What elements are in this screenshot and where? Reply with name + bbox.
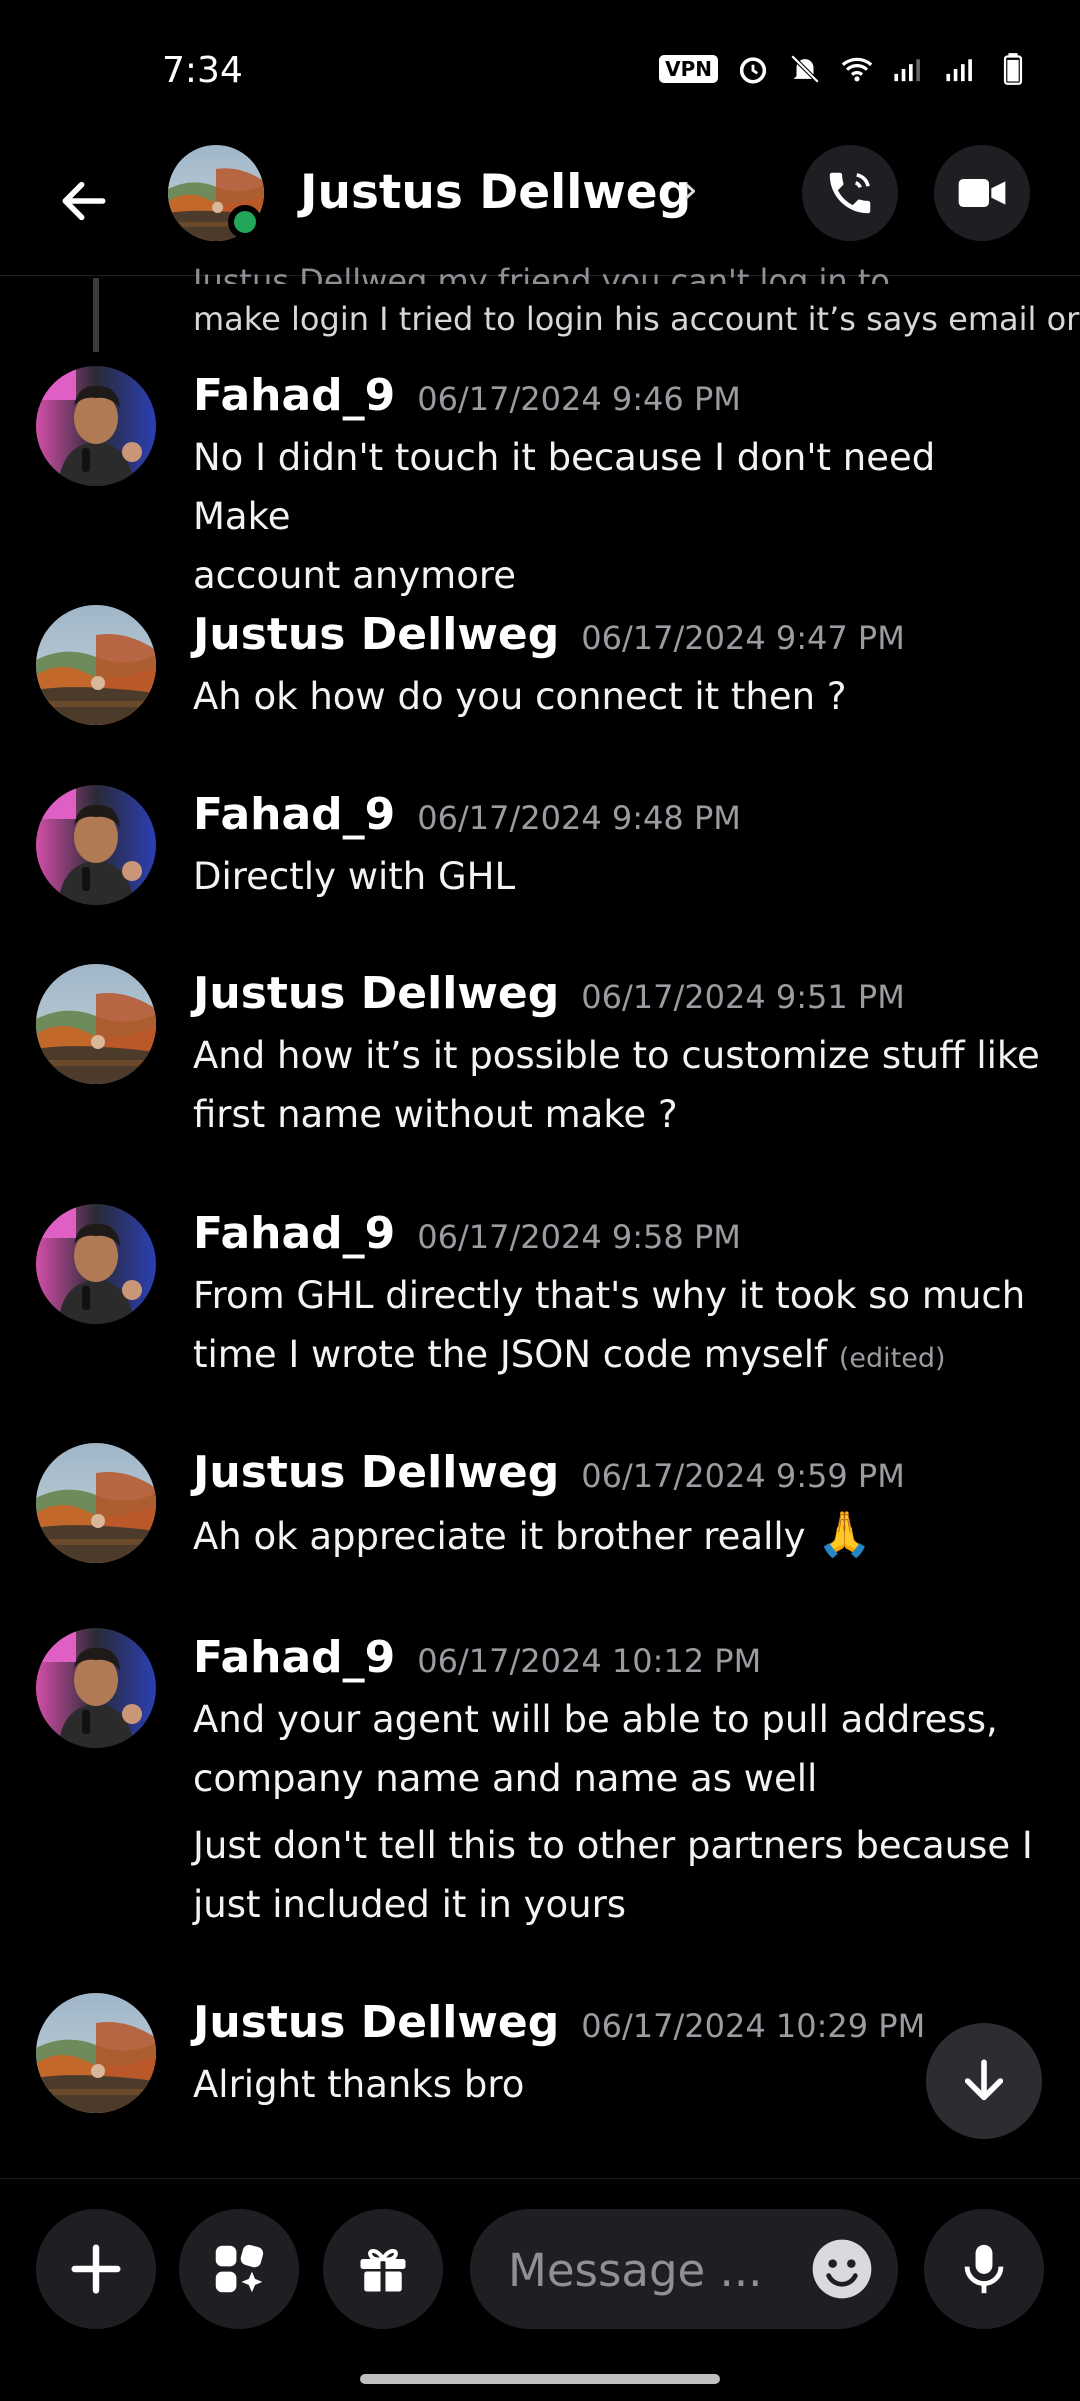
voice-call-button[interactable] — [802, 145, 898, 241]
message-text: Alright thanks bro — [193, 2055, 1043, 2114]
message-text: And your agent will be able to pull addr… — [193, 1690, 1043, 1934]
message-timestamp: 06/17/2024 9:46 PM — [417, 380, 741, 418]
battery-icon — [1003, 53, 1023, 85]
composer-bar — [0, 2178, 1080, 2401]
avatar[interactable] — [36, 785, 156, 905]
author-name[interactable]: Fahad_9 — [193, 1208, 395, 1259]
message-line: Just don't tell this to other partners b… — [193, 1824, 1033, 1867]
message-line-text: time I wrote the JSON code myself — [193, 1333, 828, 1376]
message-line: And your agent will be able to pull addr… — [193, 1698, 998, 1741]
contact-name[interactable]: Justus Dellweg — [300, 165, 691, 220]
avatar[interactable] — [36, 1628, 156, 1748]
folded-hands-emoji: 🙏 — [817, 1509, 873, 1560]
message-line: From GHL directly that's why it took so … — [193, 1274, 1026, 1317]
chevron-right-icon: › — [682, 167, 698, 213]
message-timestamp: 06/17/2024 9:48 PM — [417, 799, 741, 837]
reply-preview-cut: Justus Dellweg my friend you can't log i… — [193, 262, 890, 284]
edited-label: (edited) — [838, 1343, 946, 1374]
message-text: Directly with GHL — [193, 847, 1043, 906]
message-author[interactable]: Fahad_9 06/17/2024 9:48 PM — [193, 789, 741, 840]
message-timestamp: 06/17/2024 10:12 PM — [417, 1642, 762, 1680]
phone-icon — [829, 172, 871, 214]
message-input[interactable] — [506, 2209, 800, 2331]
arrow-left-icon — [62, 181, 106, 221]
message-line: Ah ok how do you connect it then ? — [193, 675, 847, 718]
message-line: Directly with GHL — [193, 855, 516, 898]
voice-message-button[interactable] — [924, 2209, 1044, 2329]
gift-icon — [360, 2249, 406, 2292]
message-author[interactable]: Fahad_9 06/17/2024 10:12 PM — [193, 1632, 761, 1683]
signal-r-icon — [894, 59, 920, 82]
message-line: account anymore — [193, 554, 517, 597]
message-author[interactable]: Justus Dellweg 06/17/2024 9:59 PM — [193, 1447, 905, 1498]
author-name[interactable]: Fahad_9 — [193, 370, 395, 421]
online-status-icon — [228, 205, 262, 239]
message-timestamp: 06/17/2024 9:47 PM — [581, 619, 905, 657]
back-button[interactable] — [48, 165, 120, 237]
message-author[interactable]: Justus Dellweg 06/17/2024 10:29 PM — [193, 1997, 925, 2048]
message-author[interactable]: Justus Dellweg 06/17/2024 9:47 PM — [193, 609, 905, 660]
author-name[interactable]: Fahad_9 — [193, 1632, 395, 1683]
message-line: company name and name as well — [193, 1757, 818, 1800]
message-text: Ah ok how do you connect it then ? — [193, 667, 1043, 726]
scroll-to-bottom-button[interactable] — [926, 2023, 1042, 2139]
video-call-button[interactable] — [934, 145, 1030, 241]
author-name[interactable]: Fahad_9 — [193, 789, 395, 840]
microphone-icon — [964, 2244, 1004, 2294]
status-icons: VPN — [659, 52, 1030, 86]
emoji-icon[interactable] — [810, 2237, 874, 2301]
plus-icon — [71, 2244, 121, 2294]
message-text: From GHL directly that's why it took so … — [193, 1266, 1043, 1388]
message-line: first name without make ? — [193, 1093, 678, 1136]
message-line: Ah ok appreciate it brother really 🙏 — [193, 1505, 1043, 1566]
message-author[interactable]: Fahad_9 06/17/2024 9:46 PM — [193, 370, 741, 421]
vpn-icon: VPN — [659, 55, 718, 83]
arrow-down-icon — [964, 2059, 1004, 2101]
message-line: And how it’s it possible to customize st… — [193, 1034, 1040, 1077]
message-author[interactable]: Justus Dellweg 06/17/2024 9:51 PM — [193, 968, 905, 1019]
author-name[interactable]: Justus Dellweg — [193, 609, 559, 660]
message-timestamp: 06/17/2024 9:58 PM — [417, 1218, 741, 1256]
message-timestamp: 06/17/2024 9:59 PM — [581, 1457, 905, 1495]
author-name[interactable]: Justus Dellweg — [193, 1447, 559, 1498]
avatar[interactable] — [36, 1204, 156, 1324]
author-name[interactable]: Justus Dellweg — [193, 1997, 559, 2048]
avatar[interactable] — [36, 964, 156, 1084]
alarm-icon — [739, 57, 767, 84]
avatar[interactable] — [36, 1993, 156, 2113]
message-text: And how it’s it possible to customize st… — [193, 1026, 1043, 1144]
message-line: Alright thanks bro — [193, 2063, 525, 2106]
status-bar: 7:34 VPN — [0, 0, 1080, 145]
chat-header: Justus Dellweg › — [0, 145, 1080, 276]
message-input-container[interactable] — [470, 2209, 898, 2331]
avatar[interactable] — [36, 605, 156, 725]
add-attachment-button[interactable] — [36, 2209, 156, 2329]
message-timestamp: 06/17/2024 10:29 PM — [581, 2007, 926, 2045]
message-line-text: Ah ok appreciate it brother really — [193, 1515, 806, 1558]
message-line: No I didn't touch it because I don't nee… — [193, 436, 936, 538]
video-camera-icon — [958, 179, 1006, 207]
avatar[interactable] — [36, 1443, 156, 1563]
wifi-icon — [841, 57, 873, 82]
home-indicator[interactable] — [360, 2374, 720, 2384]
gift-button[interactable] — [323, 2209, 443, 2329]
apps-icon — [215, 2244, 264, 2293]
mute-bell-icon — [790, 54, 820, 84]
author-name[interactable]: Justus Dellweg — [193, 968, 559, 1019]
message-timestamp: 06/17/2024 9:51 PM — [581, 978, 905, 1016]
reply-preview-text[interactable]: make login I tried to login his account … — [193, 300, 1079, 338]
message-text: Ah ok appreciate it brother really 🙏 — [193, 1505, 1043, 1566]
message-author[interactable]: Fahad_9 06/17/2024 9:58 PM — [193, 1208, 741, 1259]
status-time: 7:34 — [162, 50, 243, 91]
avatar[interactable] — [36, 366, 156, 486]
message-text: No I didn't touch it because I don't nee… — [193, 428, 1043, 605]
message-line: just included it in yours — [193, 1883, 627, 1926]
message-line: time I wrote the JSON code myself (edite… — [193, 1325, 1043, 1388]
signal-icon — [946, 59, 972, 82]
apps-button[interactable] — [179, 2209, 299, 2329]
reply-thread-line — [93, 278, 99, 352]
